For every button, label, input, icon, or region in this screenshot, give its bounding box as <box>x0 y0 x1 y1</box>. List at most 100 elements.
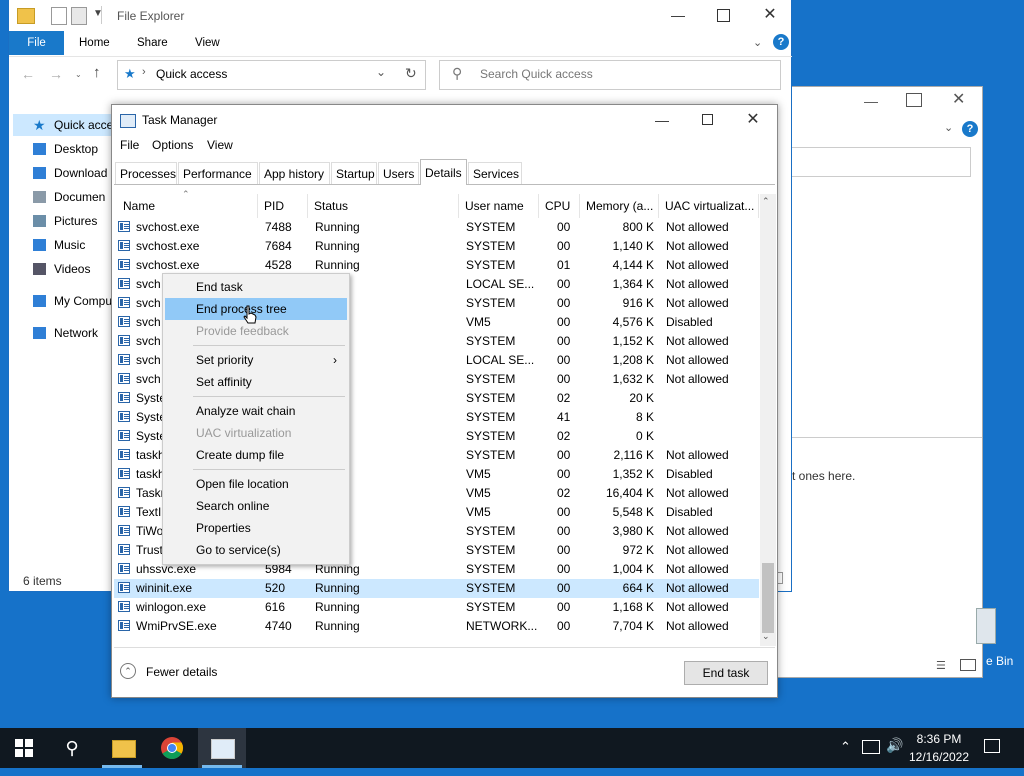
help-icon[interactable]: ? <box>962 121 978 137</box>
chrome-taskbar-icon[interactable] <box>148 728 196 768</box>
menu-item[interactable]: Search online <box>165 495 347 517</box>
process-cpu: 00 <box>557 334 571 348</box>
tab-view[interactable]: View <box>181 31 234 55</box>
process-uac: Not allowed <box>666 277 729 291</box>
back-arrow-icon[interactable]: ← <box>21 66 35 82</box>
tab-home[interactable]: Home <box>65 31 124 55</box>
column-header-name[interactable]: Name <box>117 194 258 218</box>
menu-item[interactable]: Create dump file <box>165 444 347 466</box>
task-manager-icon <box>120 114 136 128</box>
process-row[interactable]: winlogon.exe 616 Running SYSTEM 00 1,168 K Not… <box>114 598 759 617</box>
divider <box>9 56 792 57</box>
recent-locations-icon[interactable]: ⌄ <box>75 70 82 79</box>
menu-item[interactable]: End task <box>165 276 347 298</box>
recycle-bin-label[interactable]: e Bin <box>986 654 1013 668</box>
minimize-icon[interactable]: — <box>864 93 886 109</box>
search-icon[interactable]: ⚲ <box>48 728 96 768</box>
close-icon[interactable]: ✕ <box>952 89 965 109</box>
process-cpu: 00 <box>557 372 571 386</box>
search-box[interactable]: ⚲ Search Quick access <box>439 60 781 90</box>
menu-item[interactable]: Set affinity <box>165 371 347 393</box>
process-icon <box>118 468 130 479</box>
tab-processes[interactable]: Processes <box>115 162 177 184</box>
process-uac: Not allowed <box>666 600 729 614</box>
chevron-down-icon[interactable]: ⌄ <box>944 121 953 134</box>
tab-users[interactable]: Users <box>378 162 419 184</box>
file-explorer-taskbar-icon[interactable] <box>98 728 146 768</box>
process-memory: 16,404 K <box>605 486 654 500</box>
process-cpu: 00 <box>557 353 571 367</box>
menu-options[interactable]: Options <box>152 138 193 152</box>
column-header-user-name[interactable]: User name <box>459 194 539 218</box>
tab-performance[interactable]: Performance <box>178 162 258 184</box>
column-header-status[interactable]: Status <box>308 194 459 218</box>
tab-app-history[interactable]: App history <box>259 162 330 184</box>
refresh-button[interactable]: ↻ <box>399 60 426 90</box>
show-hidden-icons-chevron-icon[interactable]: ⌃ <box>840 739 851 755</box>
column-header-pid[interactable]: PID <box>258 194 308 218</box>
task-manager-taskbar-icon[interactable] <box>198 728 246 768</box>
chevron-down-icon[interactable]: ⌄ <box>376 65 386 79</box>
process-cpu: 00 <box>557 562 571 576</box>
chevron-down-icon[interactable]: ⌄ <box>753 36 762 49</box>
nav-item-label: Download <box>54 166 108 180</box>
up-arrow-icon[interactable]: ↑ <box>93 64 101 81</box>
close-button[interactable]: ✕ <box>747 0 793 30</box>
process-icon <box>118 506 130 517</box>
network-icon[interactable] <box>862 740 880 754</box>
recycle-bin-icon[interactable] <box>976 608 996 644</box>
tab-share[interactable]: Share <box>123 31 182 55</box>
clock-date[interactable]: 12/16/2022 <box>900 750 978 764</box>
address-bar[interactable]: ★ › Quick access ⌄ <box>117 60 426 90</box>
tab-file[interactable]: File <box>9 31 64 55</box>
large-icons-view-icon[interactable] <box>960 659 976 671</box>
clock-time[interactable]: 8:36 PM <box>900 732 978 746</box>
start-button[interactable] <box>0 728 48 768</box>
new-folder-icon[interactable] <box>71 7 87 25</box>
menu-view[interactable]: View <box>207 138 233 152</box>
scrollbar-thumb[interactable] <box>762 563 774 633</box>
process-row[interactable]: wininit.exe 520 Running SYSTEM 00 664 K Not al… <box>114 579 759 598</box>
menu-item[interactable]: Analyze wait chain <box>165 400 347 422</box>
details-view-icon[interactable]: ☰ <box>936 659 946 672</box>
end-task-button[interactable]: End task <box>684 661 768 685</box>
column-header-memory[interactable]: Memory (a... <box>580 194 659 218</box>
scroll-down-icon[interactable]: ⌄ <box>762 631 770 642</box>
column-header-cpu[interactable]: CPU <box>539 194 580 218</box>
process-row[interactable]: WmiPrvSE.exe 4740 Running NETWORK... 00 7,704… <box>114 617 759 636</box>
properties-icon[interactable] <box>51 7 67 25</box>
forward-arrow-icon[interactable]: → <box>49 66 63 82</box>
fewer-details-link[interactable]: Fewer details <box>146 665 217 679</box>
scroll-up-icon[interactable]: ⌃ <box>762 196 770 207</box>
minimize-button[interactable]: — <box>639 105 685 135</box>
process-cpu: 00 <box>557 600 571 614</box>
menu-item[interactable]: Properties <box>165 517 347 539</box>
maximize-button[interactable] <box>702 114 713 125</box>
videos-icon <box>33 263 46 275</box>
help-icon[interactable]: ? <box>773 34 789 50</box>
process-uac: Not allowed <box>666 486 729 500</box>
process-row[interactable]: svchost.exe 7684 Running SYSTEM 00 1,140 K Not… <box>114 237 759 256</box>
tab-services[interactable]: Services <box>468 162 522 184</box>
action-center-icon[interactable] <box>984 739 1000 753</box>
minimize-button[interactable]: — <box>655 0 701 30</box>
maximize-icon[interactable] <box>906 93 922 107</box>
process-user: VM5 <box>466 315 491 329</box>
maximize-button[interactable] <box>717 9 730 22</box>
menu-item[interactable]: Go to service(s) <box>165 539 347 561</box>
chevron-right-icon[interactable]: › <box>142 66 146 78</box>
close-button[interactable]: ✕ <box>730 105 776 135</box>
search-input[interactable]: Search Quick access <box>480 67 593 81</box>
tab-details[interactable]: Details <box>420 159 467 185</box>
tab-startup[interactable]: Startup <box>331 162 377 184</box>
menu-item[interactable]: Set priority › <box>165 349 347 371</box>
process-uac: Not allowed <box>666 543 729 557</box>
collapse-icon[interactable]: ⌃ <box>120 663 136 679</box>
process-row[interactable]: svchost.exe 7488 Running SYSTEM 00 800 K Not a… <box>114 218 759 237</box>
menu-file[interactable]: File <box>120 138 139 152</box>
process-memory: 4,144 K <box>612 258 654 272</box>
search-box[interactable] <box>778 147 971 177</box>
column-header-uac[interactable]: UAC virtualizat... <box>659 194 759 218</box>
background-explorer-window[interactable]: — ✕ ⌄ ? t ones here. ☰ <box>778 86 983 678</box>
menu-item[interactable]: Open file location <box>165 473 347 495</box>
